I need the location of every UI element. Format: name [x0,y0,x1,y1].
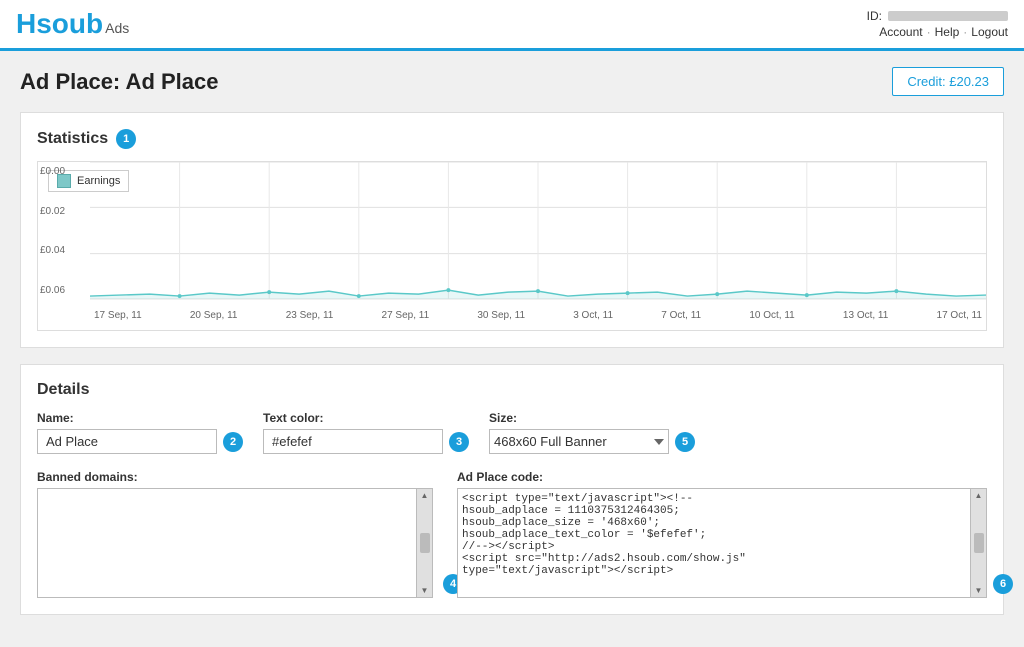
x-label-9: 13 Oct, 11 [843,310,888,321]
text-color-circle: 3 [449,432,469,452]
x-label-1: 17 Sep, 11 [94,310,142,321]
x-label-6: 3 Oct, 11 [573,310,613,321]
adplace-code-label: Ad Place code: [457,470,987,484]
code-scroll-up-arrow[interactable]: ▲ [975,491,983,500]
banned-domains-scrollbar[interactable]: ▲ ▼ [417,488,433,598]
size-field-row: 468x60 Full Banner 728x90 Leaderboard 30… [489,429,695,454]
x-label-4: 27 Sep, 11 [382,310,430,321]
nav-sep-2: · [963,25,967,39]
name-field-row: 2 [37,429,243,454]
logo: Hsoub Ads [16,8,129,40]
text-color-label: Text color: [263,411,469,425]
page-header: Ad Place: Ad Place Credit: £20.23 [20,67,1004,96]
chart-x-labels: 17 Sep, 11 20 Sep, 11 23 Sep, 11 27 Sep,… [90,300,986,330]
chart-container: Earnings £0.06 £0.04 £0.02 £0.00 [37,161,987,331]
banned-domains-column: Banned domains: ▲ ▼ 4 [37,470,437,598]
header: Hsoub Ads ID: Account · Help · Logout [0,0,1024,51]
main-content: Ad Place: Ad Place Credit: £20.23 Statis… [0,51,1024,647]
details-label: Details [37,381,89,399]
account-link[interactable]: Account [879,25,922,39]
x-label-7: 7 Oct, 11 [661,310,701,321]
banned-domains-wrapper: ▲ ▼ 4 [37,488,437,598]
size-select[interactable]: 468x60 Full Banner 728x90 Leaderboard 30… [489,429,669,454]
y-label-3: £0.04 [40,245,86,256]
size-circle: 5 [675,432,695,452]
credit-badge: Credit: £20.23 [892,67,1004,96]
y-label-4: £0.06 [40,285,86,296]
text-color-input[interactable] [263,429,443,454]
two-column-row: Banned domains: ▲ ▼ 4 Ad Place code: <sc… [37,470,987,598]
details-section: Details Name: 2 Text color: 3 Size: [20,364,1004,615]
x-label-3: 23 Sep, 11 [286,310,334,321]
adplace-code-circle: 6 [993,574,1013,594]
statistics-section: Statistics 1 Earnings £0.06 £0.04 £0.02 … [20,112,1004,348]
y-label-2: £0.02 [40,206,86,217]
id-bar [888,11,1008,21]
details-title: Details [37,381,987,399]
x-label-5: 30 Sep, 11 [477,310,525,321]
banned-domains-label: Banned domains: [37,470,437,484]
logo-hsoub-text: Hsoub [16,8,103,40]
name-field-group: Name: 2 [37,411,243,454]
code-scroll-down-arrow[interactable]: ▼ [975,586,983,595]
x-label-8: 10 Oct, 11 [749,310,794,321]
banned-domains-textarea[interactable] [37,488,417,598]
help-link[interactable]: Help [935,25,960,39]
statistics-label: Statistics [37,130,108,148]
logo-ads-text: Ads [105,20,129,36]
nav-sep-1: · [927,25,931,39]
page-title: Ad Place: Ad Place [20,69,218,95]
adplace-code-scrollbar[interactable]: ▲ ▼ [971,488,987,598]
size-field-group: Size: 468x60 Full Banner 728x90 Leaderbo… [489,411,695,454]
text-color-field-row: 3 [263,429,469,454]
header-nav: Account · Help · Logout [879,25,1008,39]
chart-y-labels: £0.06 £0.04 £0.02 £0.00 [38,162,90,300]
name-circle: 2 [223,432,243,452]
scroll-down-arrow[interactable]: ▼ [421,586,429,595]
size-label: Size: [489,411,695,425]
adplace-code-column: Ad Place code: <script type="text/javasc… [457,470,987,598]
statistics-title: Statistics 1 [37,129,987,149]
name-input[interactable] [37,429,217,454]
x-label-10: 17 Oct, 11 [937,310,982,321]
details-fields-row: Name: 2 Text color: 3 Size: 468x60 Full … [37,411,987,454]
scroll-up-arrow[interactable]: ▲ [421,491,429,500]
logout-link[interactable]: Logout [971,25,1008,39]
adplace-code-textarea[interactable]: <script type="text/javascript"><!-- hsou… [457,488,971,598]
id-label: ID: [867,9,882,23]
chart-svg [90,162,986,300]
header-right: ID: Account · Help · Logout [867,9,1008,39]
y-label-1: £0.00 [40,166,86,177]
scroll-thumb [420,533,430,553]
text-color-field-group: Text color: 3 [263,411,469,454]
adplace-code-wrapper: <script type="text/javascript"><!-- hsou… [457,488,987,598]
header-id: ID: [867,9,1008,23]
x-label-2: 20 Sep, 11 [190,310,238,321]
statistics-circle: 1 [116,129,136,149]
code-scroll-thumb [974,533,984,553]
name-label: Name: [37,411,243,425]
chart-area [90,162,986,300]
